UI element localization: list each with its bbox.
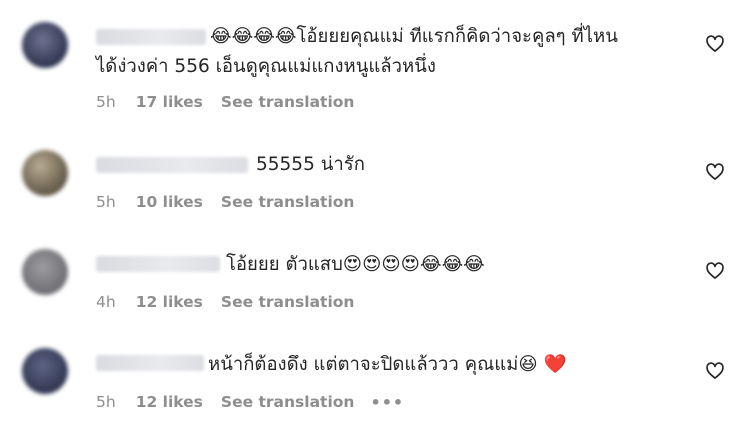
- comment-text-line1: หน้าก็ต้องดึง แต่ตาจะปิดแล้ววว คุณแม่😆 ❤…: [208, 354, 567, 375]
- comment-meta: 5h 10 likes See translation: [96, 192, 354, 212]
- comment-text-line1: 55555 น่ารัก: [256, 154, 365, 175]
- avatar[interactable]: [22, 249, 68, 295]
- username-redacted[interactable]: [96, 29, 206, 45]
- comment-text-line1: 😂😂😂😂โอ้ยยยคุณแม่ ทีแรกก็คิดว่าจะคูลๆ ที่…: [210, 26, 618, 47]
- username-redacted[interactable]: [96, 157, 248, 173]
- likes-count[interactable]: 10 likes: [136, 193, 203, 211]
- more-options-button[interactable]: •••: [370, 393, 404, 412]
- comment-text: หน้าก็ต้องดึง แต่ตาจะปิดแล้ววว คุณแม่😆 ❤…: [208, 350, 674, 380]
- heart-outline-icon[interactable]: [705, 34, 725, 54]
- see-translation-button[interactable]: See translation: [221, 193, 355, 211]
- comment-text: 😂😂😂😂โอ้ยยยคุณแม่ ทีแรกก็คิดว่าจะคูลๆ ที่…: [210, 22, 674, 52]
- comment-time[interactable]: 4h: [96, 293, 116, 311]
- see-translation-button[interactable]: See translation: [221, 293, 355, 311]
- comment-time[interactable]: 5h: [96, 93, 116, 111]
- comment-text-line1: โอ้ยยย ตัวแสบ😍😍😍😍😂😂😂: [226, 254, 485, 275]
- see-translation-button[interactable]: See translation: [221, 93, 355, 111]
- avatar[interactable]: [22, 22, 68, 68]
- comment-text: โอ้ยยย ตัวแสบ😍😍😍😍😂😂😂: [226, 250, 674, 280]
- likes-count[interactable]: 12 likes: [136, 393, 203, 411]
- comment-meta: 4h 12 likes See translation: [96, 292, 354, 312]
- heart-outline-icon[interactable]: [705, 162, 725, 182]
- comment-time[interactable]: 5h: [96, 393, 116, 411]
- see-translation-button[interactable]: See translation: [221, 393, 355, 411]
- comment-text-line2-wrap: ได้ง่วงค่า 556 เอ็นดูคุณแม่แกงหนูแล้วหนึ…: [96, 52, 674, 82]
- avatar[interactable]: [22, 348, 68, 394]
- comment-text-line2: ได้ง่วงค่า 556 เอ็นดูคุณแม่แกงหนูแล้วหนึ…: [96, 56, 436, 77]
- comment-meta: 5h 12 likes See translation •••: [96, 392, 404, 412]
- comment-meta: 5h 17 likes See translation: [96, 92, 354, 112]
- heart-outline-icon[interactable]: [705, 361, 725, 381]
- username-redacted[interactable]: [96, 256, 220, 272]
- heart-outline-icon[interactable]: [705, 261, 725, 281]
- likes-count[interactable]: 12 likes: [136, 293, 203, 311]
- avatar[interactable]: [22, 150, 68, 196]
- likes-count[interactable]: 17 likes: [136, 93, 203, 111]
- comment-time[interactable]: 5h: [96, 193, 116, 211]
- username-redacted[interactable]: [96, 355, 204, 371]
- comment-text: 55555 น่ารัก: [256, 150, 674, 180]
